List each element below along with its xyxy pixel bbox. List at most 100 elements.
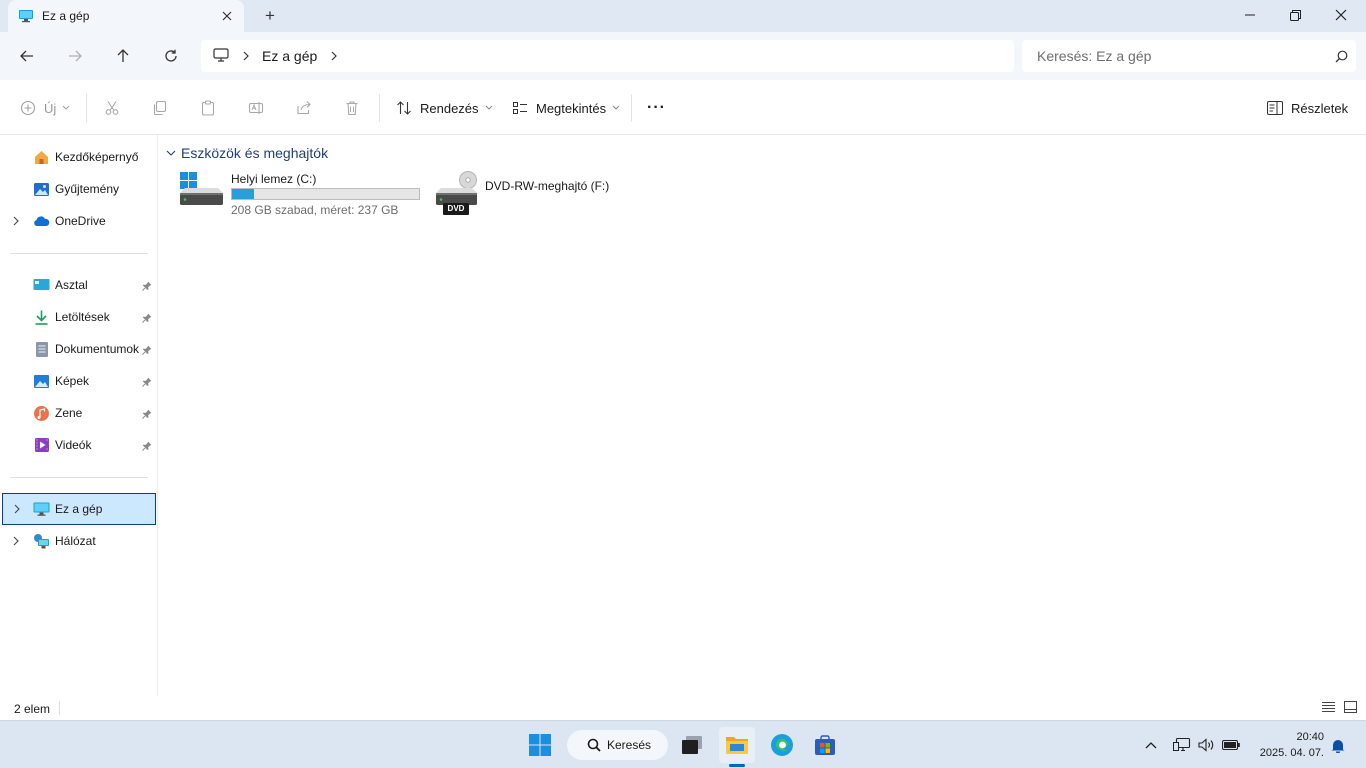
active-app-indicator xyxy=(729,764,745,767)
title-bar: Ez a gép + xyxy=(0,0,1366,32)
sidebar-item-music[interactable]: Zene xyxy=(2,397,156,429)
sidebar-divider xyxy=(10,253,148,254)
new-button[interactable]: Új xyxy=(20,94,70,122)
group-header-devices[interactable]: Eszközök és meghajtók xyxy=(166,145,328,161)
hard-drive-icon xyxy=(177,171,223,212)
details-label: Részletek xyxy=(1291,100,1349,116)
restore-button[interactable] xyxy=(1272,0,1318,30)
taskbar-search-button[interactable]: Keresés xyxy=(567,730,668,760)
up-button[interactable] xyxy=(109,42,137,70)
sidebar-item-downloads[interactable]: Letöltések xyxy=(2,301,156,333)
task-view-button[interactable] xyxy=(674,727,710,763)
sidebar-item-documents[interactable]: Dokumentumok xyxy=(2,333,156,365)
status-bar: 2 elem xyxy=(0,696,1366,720)
details-pane-button[interactable]: Részletek xyxy=(1267,94,1348,122)
sidebar-item-gallery[interactable]: Gyűjtemény xyxy=(2,173,156,205)
network-icon xyxy=(33,533,50,550)
sidebar-item-pictures[interactable]: Képek xyxy=(2,365,156,397)
copy-button[interactable] xyxy=(152,94,168,122)
documents-icon xyxy=(33,341,50,358)
arrow-left-icon xyxy=(20,50,33,62)
close-icon xyxy=(222,11,232,21)
sidebar-item-home[interactable]: Kezdőképernyő xyxy=(2,141,156,173)
address-bar[interactable]: Ez a gép xyxy=(201,40,1014,72)
tab-this-pc[interactable]: Ez a gép xyxy=(8,0,244,32)
details-view-button[interactable] xyxy=(1322,701,1335,716)
taskbar-search-label: Keresés xyxy=(607,738,652,752)
bell-icon xyxy=(1331,739,1345,753)
view-list-icon xyxy=(513,102,527,114)
taskbar-store[interactable] xyxy=(807,727,843,763)
chevron-right-icon[interactable] xyxy=(12,504,22,514)
pin-icon[interactable] xyxy=(142,280,152,291)
refresh-icon xyxy=(165,49,177,62)
minimize-button[interactable] xyxy=(1227,0,1273,30)
sidebar-item-onedrive[interactable]: OneDrive xyxy=(2,205,156,237)
chevron-down-icon xyxy=(62,105,70,110)
videos-icon xyxy=(33,437,50,454)
pin-icon[interactable] xyxy=(142,376,152,387)
pin-icon[interactable] xyxy=(142,440,152,451)
view-button[interactable]: Megtekintés xyxy=(512,94,620,122)
navigation-pane: Kezdőképernyő Gyűjtemény OneDrive Asztal… xyxy=(0,135,158,696)
clock[interactable]: 20:40 2025. 04. 07. xyxy=(1252,729,1324,761)
close-window-button[interactable] xyxy=(1318,0,1364,30)
chevron-right-icon[interactable] xyxy=(331,51,338,61)
paste-button[interactable] xyxy=(200,94,216,122)
item-count: 2 elem xyxy=(14,702,51,716)
group-title: Eszközök és meghajtók xyxy=(181,145,329,161)
forward-button[interactable] xyxy=(61,42,89,70)
chevron-right-icon[interactable] xyxy=(243,51,250,61)
sidebar-item-desktop[interactable]: Asztal xyxy=(2,269,156,301)
back-button[interactable] xyxy=(13,42,41,70)
search-icon[interactable] xyxy=(1326,50,1356,63)
delete-button[interactable] xyxy=(344,94,360,122)
pin-icon[interactable] xyxy=(142,344,152,355)
folder-icon xyxy=(726,737,748,754)
monitor-icon xyxy=(213,47,229,65)
start-button[interactable] xyxy=(522,727,558,763)
cut-button[interactable] xyxy=(104,94,120,122)
more-options-button[interactable]: ··· xyxy=(647,94,666,122)
details-pane-icon xyxy=(1267,101,1283,115)
refresh-button[interactable] xyxy=(157,42,185,70)
sidebar-item-network[interactable]: Hálózat xyxy=(2,525,156,557)
search-icon xyxy=(587,738,601,752)
taskbar-file-explorer[interactable] xyxy=(719,727,755,763)
sidebar-item-this-pc[interactable]: Ez a gép xyxy=(2,493,156,525)
breadcrumb-this-pc[interactable]: Ez a gép xyxy=(262,48,317,64)
sidebar-item-label: Asztal xyxy=(55,278,88,292)
drive-item-c[interactable]: Helyi lemez (C:) 208 GB szabad, méret: 2… xyxy=(177,171,427,221)
network-status-button[interactable] xyxy=(1170,731,1194,759)
sort-icon xyxy=(397,101,411,115)
notifications-button[interactable] xyxy=(1326,731,1350,759)
speaker-icon xyxy=(1198,738,1214,752)
pin-icon[interactable] xyxy=(142,408,152,419)
chevron-right-icon[interactable] xyxy=(11,216,21,226)
sidebar-item-label: Zene xyxy=(55,406,83,420)
sidebar-item-videos[interactable]: Videók xyxy=(2,429,156,461)
chevron-right-icon[interactable] xyxy=(11,536,21,546)
share-button[interactable] xyxy=(296,94,312,122)
sidebar-item-label: Ez a gép xyxy=(55,502,103,516)
sidebar-item-label: OneDrive xyxy=(55,214,106,228)
navigation-bar: Ez a gép Keresés: Ez a gép xyxy=(0,32,1366,80)
tiles-view-button[interactable] xyxy=(1344,701,1357,716)
chevron-down-icon xyxy=(166,150,176,156)
show-hidden-icons-button[interactable] xyxy=(1139,731,1163,759)
home-icon xyxy=(33,149,50,166)
close-tab-button[interactable] xyxy=(216,5,238,27)
drive-item-dvd[interactable]: DVD DVD-RW-meghajtó (F:) xyxy=(435,171,635,221)
search-input[interactable]: Keresés: Ez a gép xyxy=(1022,40,1356,72)
close-icon xyxy=(1335,9,1347,21)
taskbar-edge[interactable] xyxy=(764,727,800,763)
sidebar-item-label: Kezdőképernyő xyxy=(55,150,139,164)
battery-button[interactable] xyxy=(1219,731,1243,759)
sort-button[interactable]: Rendezés xyxy=(396,94,493,122)
pin-icon[interactable] xyxy=(142,312,152,323)
new-tab-button[interactable]: + xyxy=(258,5,282,27)
rename-button[interactable] xyxy=(248,94,264,122)
download-icon xyxy=(33,309,50,326)
view-label: Megtekintés xyxy=(536,100,607,116)
volume-button[interactable] xyxy=(1195,731,1219,759)
